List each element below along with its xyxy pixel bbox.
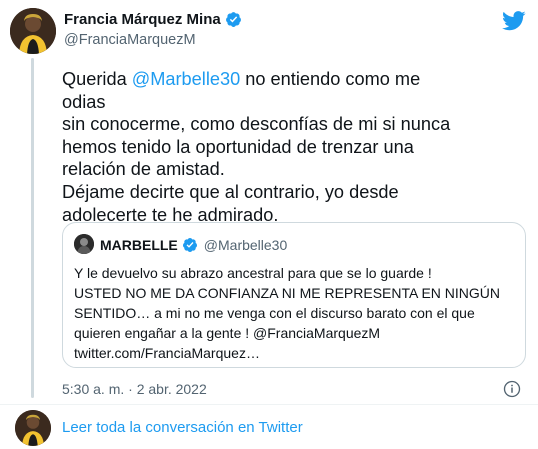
info-icon[interactable] [503, 380, 521, 398]
author-name-row: Francia Márquez Mina [64, 11, 242, 28]
thread-line [31, 58, 34, 398]
quote-author-name: MARBELLE [100, 237, 178, 253]
divider [0, 404, 538, 405]
reply-avatar[interactable] [15, 410, 51, 446]
quote-header: MARBELLE @Marbelle30 [100, 237, 287, 253]
author-name[interactable]: Francia Márquez Mina [64, 11, 221, 28]
quoted-tweet-card[interactable]: MARBELLE @Marbelle30 Y le devuelvo su ab… [62, 222, 526, 368]
tweet-timestamp[interactable]: 5:30 a. m. · 2 abr. 2022 [62, 381, 207, 397]
verified-badge-icon [225, 12, 241, 27]
mention-link[interactable]: @Marbelle30 [132, 69, 240, 89]
quote-author-avatar [74, 234, 94, 254]
quote-text: Y le devuelvo su abrazo ancestral para q… [74, 265, 501, 361]
read-conversation-link[interactable]: Leer toda la conversación en Twitter [62, 419, 303, 436]
tweet-text-prefix: Querida [62, 69, 132, 89]
verified-badge-icon [182, 238, 197, 252]
quote-author-handle: @Marbelle30 [203, 237, 288, 253]
twitter-bird-icon[interactable] [502, 11, 526, 31]
tweet-text-body: no entiendo como me odias sin conocerme,… [62, 69, 451, 225]
author-avatar[interactable] [10, 8, 56, 54]
tweet-text: Querida @Marbelle30 no entiendo como me … [62, 68, 462, 226]
author-handle[interactable]: @FranciaMarquezM [64, 32, 196, 48]
